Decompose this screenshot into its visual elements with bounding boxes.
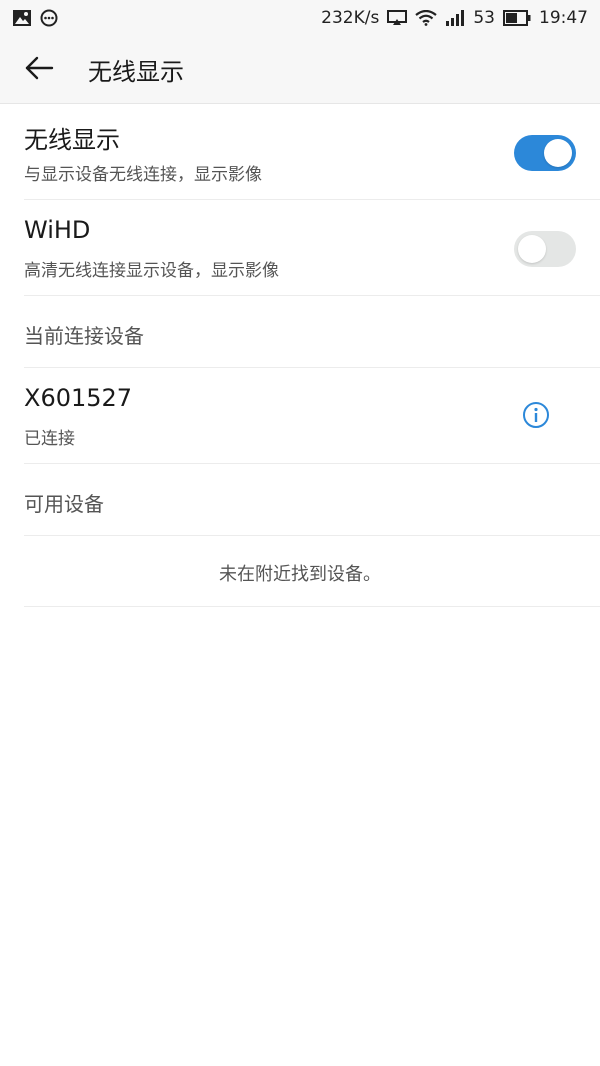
info-icon: [522, 402, 550, 433]
settings-list: 无线显示 与显示设备无线连接，显示影像 WiHD 高清无线连接显示设备，显示影像…: [0, 104, 600, 607]
section-label: 当前连接设备: [24, 324, 144, 348]
wihd-row[interactable]: WiHD 高清无线连接显示设备，显示影像: [24, 200, 600, 296]
toggle-knob: [518, 235, 546, 263]
setting-subtitle: 与显示设备无线连接，显示影像: [24, 165, 262, 185]
setting-subtitle: 高清无线连接显示设备，显示影像: [24, 261, 279, 281]
device-name: X601527: [24, 384, 133, 412]
network-speed: 232K/s: [321, 7, 380, 28]
section-label: 可用设备: [24, 492, 104, 516]
page-title: 无线显示: [88, 58, 184, 86]
current-devices-header: 当前连接设备: [24, 296, 600, 368]
status-bar: 232K/s 53 19:47: [0, 0, 600, 36]
app-header: 无线显示: [0, 36, 600, 104]
message-icon: [40, 9, 58, 27]
signal-icon: [445, 10, 465, 26]
battery-level: 53: [473, 7, 495, 28]
setting-title: 无线显示: [24, 126, 120, 154]
screen: 232K/s 53 19:47 无线显示 无线显示 与显示设备无线连接，显示影像…: [0, 0, 600, 1066]
wireless-display-row[interactable]: 无线显示 与显示设备无线连接，显示影像: [24, 104, 600, 200]
toggle-knob: [544, 139, 572, 167]
wifi-icon: [415, 10, 438, 26]
wireless-display-toggle[interactable]: [514, 135, 576, 171]
device-status: 已连接: [24, 429, 75, 449]
arrow-left-icon: [24, 56, 54, 84]
empty-state: 未在附近找到设备。: [24, 536, 600, 607]
status-left: [12, 9, 58, 27]
empty-state-text: 未在附近找到设备。: [219, 564, 381, 585]
gallery-icon: [12, 9, 32, 27]
device-info-button[interactable]: [522, 401, 550, 429]
status-right: 232K/s 53 19:47: [321, 7, 588, 28]
device-row[interactable]: X601527 已连接: [24, 368, 600, 464]
back-button[interactable]: [14, 45, 64, 95]
battery-icon: [503, 10, 531, 26]
cast-icon: [387, 10, 408, 26]
available-devices-header: 可用设备: [24, 464, 600, 536]
wihd-toggle[interactable]: [514, 231, 576, 267]
clock: 19:47: [539, 7, 588, 28]
setting-title: WiHD: [24, 216, 91, 244]
